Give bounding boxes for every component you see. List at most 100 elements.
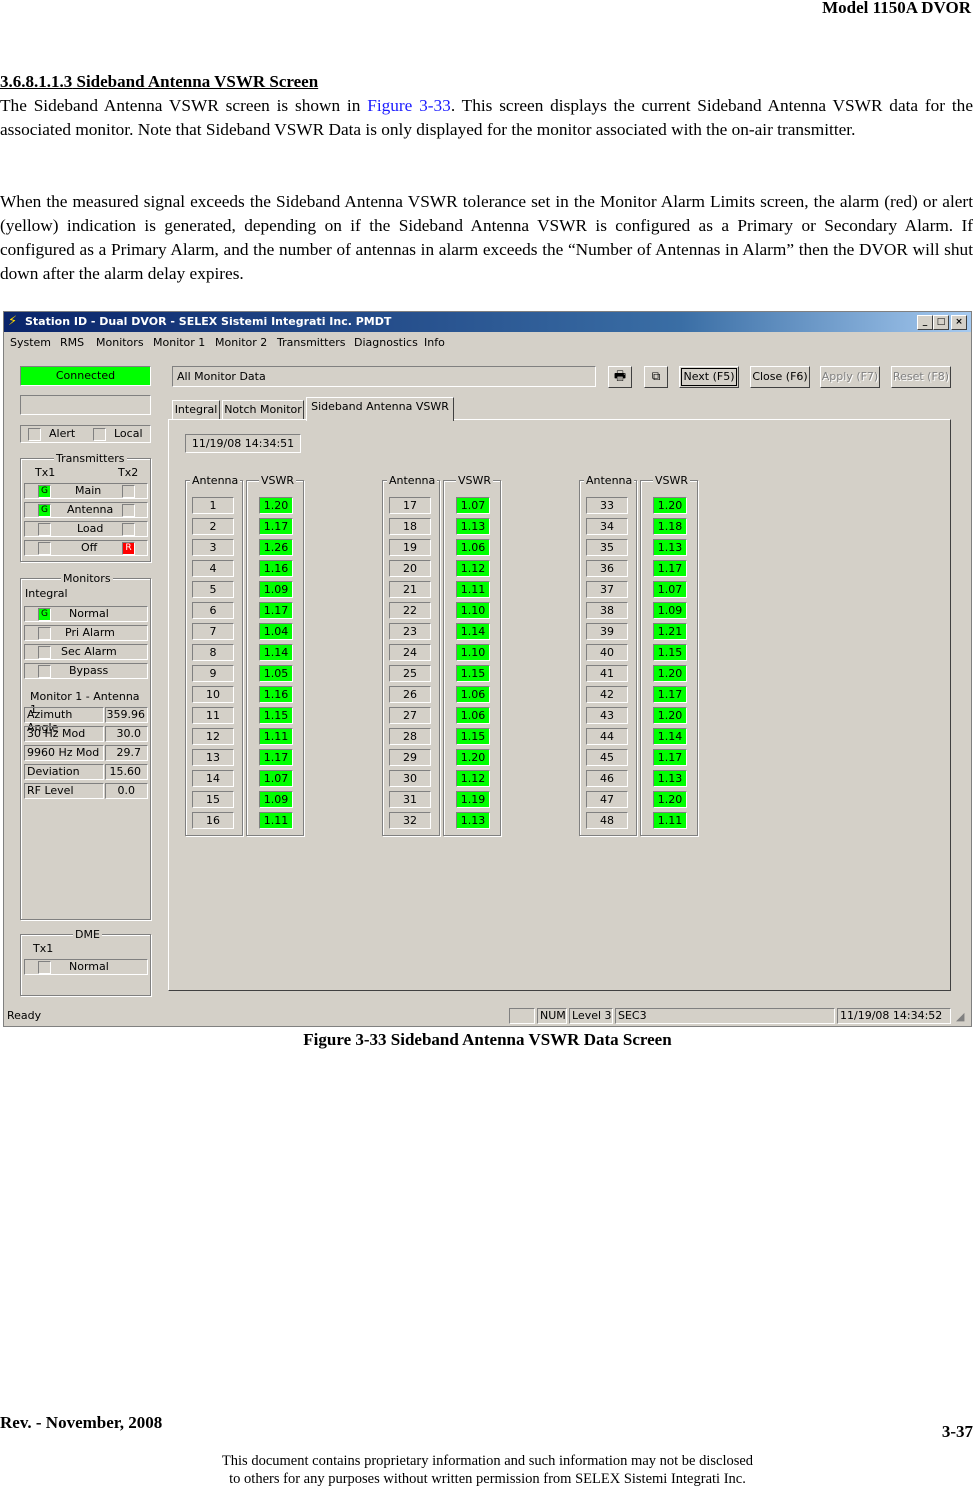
vswr-value: 1.26 [259, 539, 293, 556]
dme-tx1-label: Tx1 [33, 942, 54, 955]
monitor-bypass-indicator [38, 665, 51, 678]
antenna-number: 35 [586, 539, 628, 556]
vswr-value: 1.11 [259, 812, 293, 829]
antenna-number: 38 [586, 602, 628, 619]
alert-local-row: Alert Local [20, 425, 151, 443]
reading-label: RF Level [24, 783, 104, 799]
reading-label: Azimuth Angle [24, 707, 104, 734]
antenna-number: 2 [192, 518, 234, 535]
monitor-row-sec-alarm-label: Sec Alarm [61, 645, 117, 658]
transmitters-group: Transmitters Tx1 Tx2 G Main G Antenna Lo… [20, 452, 151, 562]
menu-monitor-2[interactable]: Monitor 2 [215, 336, 267, 349]
antenna-number: 3 [192, 539, 234, 556]
tx-row-off-label: Off [81, 541, 98, 554]
menu-rms[interactable]: RMS [60, 336, 84, 349]
vswr-value: 1.17 [653, 686, 687, 703]
vswr-value: 1.13 [653, 770, 687, 787]
tx1-main-indicator: G [38, 485, 51, 498]
vswr-value: 1.09 [259, 791, 293, 808]
integral-label: Integral [25, 587, 68, 600]
apply-button[interactable]: Apply (F7) [820, 366, 880, 388]
local-label: Local [114, 427, 143, 440]
vswr-value: 1.07 [259, 770, 293, 787]
data-source-field[interactable]: All Monitor Data [172, 366, 596, 387]
antenna-number: 44 [586, 728, 628, 745]
monitor-row-pri-alarm-label: Pri Alarm [65, 626, 115, 639]
maximize-button[interactable]: □ [933, 315, 949, 330]
resize-grip-icon[interactable]: ◢ [956, 1010, 964, 1023]
menu-info[interactable]: Info [424, 336, 445, 349]
document-header-model: Model 1150A DVOR [822, 0, 971, 17]
section-number: 3.6.8.1.1.3 [0, 72, 73, 91]
reading-label: 9960 Hz Mod [24, 745, 104, 761]
print-icon[interactable]: 🖶 [608, 366, 632, 388]
vswr-value: 1.05 [259, 665, 293, 682]
status-num: NUM [537, 1008, 567, 1024]
antenna-number: 4 [192, 560, 234, 577]
antenna-number: 17 [389, 497, 431, 514]
antenna-number: 31 [389, 791, 431, 808]
copy-icon[interactable]: ⧉ [644, 366, 668, 388]
antenna-number: 20 [389, 560, 431, 577]
menu-monitor-1[interactable]: Monitor 1 [153, 336, 205, 349]
menu-system[interactable]: System [10, 336, 51, 349]
vswr-value: 1.10 [456, 644, 490, 661]
dme-group-title: DME [73, 928, 102, 941]
tx1-antenna-indicator: G [38, 504, 51, 517]
monitor-row-bypass-label: Bypass [69, 664, 109, 677]
monitor-row-pri-alarm: Pri Alarm [24, 625, 148, 641]
tx-row-main: G Main [24, 483, 148, 499]
minimize-button[interactable]: _ [917, 315, 933, 330]
tx2-off-indicator: R [122, 542, 135, 555]
menu-monitors[interactable]: Monitors [96, 336, 144, 349]
close-button[interactable]: Close (F6) [750, 366, 810, 388]
antenna-column: Antenna 33 34 35 36 37 38 39 40 41 42 43 44 45 46 47 48 [579, 474, 637, 836]
vswr-value: 1.17 [259, 518, 293, 535]
figure-caption: Figure 3-33 Sideband Antenna VSWR Data S… [303, 1030, 672, 1049]
menu-diagnostics[interactable]: Diagnostics [354, 336, 418, 349]
antenna-number: 9 [192, 665, 234, 682]
tx-row-antenna: G Antenna [24, 502, 148, 518]
figure-link[interactable]: Figure 3-33 [367, 96, 451, 115]
antenna-number: 11 [192, 707, 234, 724]
vswr-value: 1.11 [259, 728, 293, 745]
next-button[interactable]: Next (F5) [679, 366, 739, 388]
vswr-value: 1.15 [456, 728, 490, 745]
vswr-column-header: VSWR [653, 474, 691, 487]
window-title: Station ID - Dual DVOR - SELEX Sistemi I… [25, 315, 392, 328]
tab-sideband-antenna-vswr[interactable]: Sideband Antenna VSWR [306, 397, 454, 421]
antenna-number: 23 [389, 623, 431, 640]
close-window-button[interactable]: × [951, 315, 967, 330]
tab-notch-monitor[interactable]: Notch Monitor [222, 400, 304, 420]
vswr-value: 1.20 [259, 497, 293, 514]
vswr-value: 1.14 [653, 728, 687, 745]
antenna-column-header: Antenna [190, 474, 241, 487]
antenna-number: 22 [389, 602, 431, 619]
tab-integral[interactable]: Integral [172, 400, 220, 420]
dme-normal-indicator [38, 961, 51, 974]
paragraph-1: The Sideband Antenna VSWR screen is show… [0, 94, 973, 142]
vswr-value: 1.14 [259, 644, 293, 661]
deviation-label: Deviation [27, 765, 80, 778]
transmitters-group-title: Transmitters [54, 452, 127, 465]
reset-button[interactable]: Reset (F8) [891, 366, 951, 388]
tx1-load-indicator [38, 523, 51, 536]
menu-transmitters[interactable]: Transmitters [277, 336, 346, 349]
mod-9960hz-value: 29.7 [105, 745, 148, 761]
tx-row-load: Load [24, 521, 148, 537]
local-indicator [93, 428, 106, 441]
vswr-value: 1.12 [456, 770, 490, 787]
paragraph-1-start: The Sideband Antenna VSWR screen is show… [0, 96, 368, 115]
antenna-column-header: Antenna [387, 474, 438, 487]
vswr-value: 1.15 [653, 644, 687, 661]
section-title: Sideband Antenna VSWR Screen [76, 72, 319, 91]
vswr-value: 1.09 [259, 581, 293, 598]
tx1-off-indicator [38, 542, 51, 555]
disclaimer-line-1: This document contains proprietary infor… [221, 1453, 754, 1469]
vswr-value: 1.20 [653, 497, 687, 514]
monitor-pri-alarm-indicator [38, 627, 51, 640]
mod-30hz-label: 30 Hz Mod [27, 727, 86, 740]
vswr-value: 1.17 [259, 602, 293, 619]
vswr-panel: 11/19/08 14:34:51 Antenna 1 2 3 4 5 6 7 8 9 10 11 12… [168, 419, 951, 991]
vswr-value: 1.06 [456, 707, 490, 724]
